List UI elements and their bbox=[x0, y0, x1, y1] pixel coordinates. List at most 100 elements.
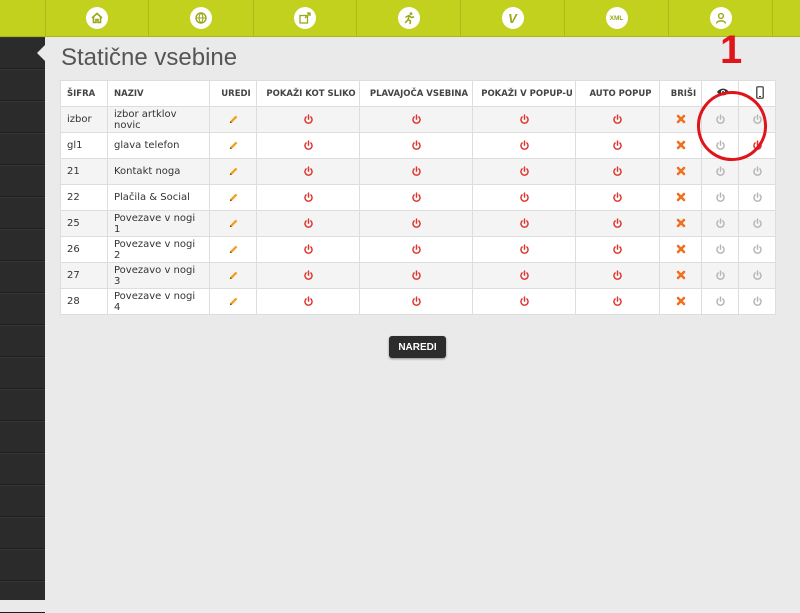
toggle-auto-popup[interactable] bbox=[575, 132, 660, 159]
edit-button[interactable] bbox=[209, 132, 257, 159]
toggle-show-as-image[interactable] bbox=[256, 158, 360, 185]
toggle-floating-content[interactable] bbox=[359, 106, 473, 133]
edit-button[interactable] bbox=[209, 236, 257, 263]
nav-tab-home[interactable] bbox=[45, 0, 148, 36]
toggle-show-as-image[interactable] bbox=[256, 262, 360, 289]
delete-button[interactable] bbox=[659, 236, 702, 263]
toggle-show-in-popup[interactable] bbox=[472, 288, 576, 315]
nav-tab-runner[interactable] bbox=[356, 0, 460, 36]
edit-button[interactable] bbox=[209, 288, 257, 315]
sidebar-item[interactable] bbox=[0, 229, 45, 261]
toggle-floating-content[interactable] bbox=[359, 236, 473, 263]
toggle-auto-popup[interactable] bbox=[575, 210, 660, 237]
sidebar-item[interactable] bbox=[0, 581, 45, 613]
toggle-visibility[interactable] bbox=[701, 288, 739, 315]
nav-tab-export[interactable] bbox=[253, 0, 356, 36]
toggle-show-as-image[interactable] bbox=[256, 184, 360, 211]
sidebar-item[interactable] bbox=[0, 357, 45, 389]
toggle-show-in-popup[interactable] bbox=[472, 210, 576, 237]
toggle-floating-content[interactable] bbox=[359, 158, 473, 185]
toggle-show-as-image[interactable] bbox=[256, 236, 360, 263]
edit-button[interactable] bbox=[209, 158, 257, 185]
toggle-auto-popup[interactable] bbox=[575, 106, 660, 133]
toggle-show-in-popup[interactable] bbox=[472, 236, 576, 263]
table-row: 22 Plačila & Social bbox=[60, 184, 776, 211]
power-icon bbox=[613, 218, 622, 228]
delete-button[interactable] bbox=[659, 184, 702, 211]
sidebar-item[interactable] bbox=[0, 453, 45, 485]
sidebar-item[interactable] bbox=[0, 421, 45, 453]
toggle-auto-popup[interactable] bbox=[575, 158, 660, 185]
toggle-visibility[interactable] bbox=[701, 210, 739, 237]
toggle-floating-content[interactable] bbox=[359, 262, 473, 289]
sidebar-item[interactable] bbox=[0, 549, 45, 581]
toggle-floating-content[interactable] bbox=[359, 132, 473, 159]
toggle-mobile[interactable] bbox=[738, 184, 776, 211]
toggle-mobile[interactable] bbox=[738, 210, 776, 237]
toggle-visibility[interactable] bbox=[701, 158, 739, 185]
sidebar-item[interactable] bbox=[0, 101, 45, 133]
toggle-show-as-image[interactable] bbox=[256, 288, 360, 315]
toggle-visibility[interactable] bbox=[701, 236, 739, 263]
toggle-visibility[interactable] bbox=[701, 184, 739, 211]
sidebar-item[interactable] bbox=[0, 133, 45, 165]
nav-tab-v[interactable]: V bbox=[460, 0, 564, 36]
delete-button[interactable] bbox=[659, 106, 702, 133]
delete-icon bbox=[676, 244, 685, 254]
sidebar-item[interactable] bbox=[0, 197, 45, 229]
sidebar-item[interactable] bbox=[0, 69, 45, 101]
power-icon bbox=[303, 140, 313, 150]
sidebar-active-notch bbox=[37, 45, 45, 61]
logo-area bbox=[0, 0, 45, 36]
toggle-show-as-image[interactable] bbox=[256, 210, 360, 237]
toggle-auto-popup[interactable] bbox=[575, 262, 660, 289]
sidebar-item[interactable] bbox=[0, 517, 45, 549]
delete-button[interactable] bbox=[659, 288, 702, 315]
toggle-show-in-popup[interactable] bbox=[472, 132, 576, 159]
sidebar-item[interactable] bbox=[0, 485, 45, 517]
header-popup: POKAŽI V POPUP-U bbox=[472, 80, 576, 107]
toggle-show-in-popup[interactable] bbox=[472, 106, 576, 133]
sidebar-item[interactable] bbox=[0, 389, 45, 421]
toggle-mobile[interactable] bbox=[738, 288, 776, 315]
nav-tab-xml[interactable]: XML bbox=[564, 0, 668, 36]
edit-button[interactable] bbox=[209, 106, 257, 133]
cell-naziv: Kontakt noga bbox=[107, 158, 210, 185]
delete-button[interactable] bbox=[659, 132, 702, 159]
toggle-auto-popup[interactable] bbox=[575, 236, 660, 263]
edit-button[interactable] bbox=[209, 262, 257, 289]
header-naziv[interactable]: NAZIV bbox=[107, 80, 210, 107]
naredi-button[interactable]: NAREDI bbox=[389, 336, 446, 358]
toggle-visibility[interactable] bbox=[701, 262, 739, 289]
toggle-floating-content[interactable] bbox=[359, 210, 473, 237]
toggle-mobile[interactable] bbox=[738, 262, 776, 289]
delete-button[interactable] bbox=[659, 262, 702, 289]
toggle-floating-content[interactable] bbox=[359, 288, 473, 315]
toggle-floating-content[interactable] bbox=[359, 184, 473, 211]
sidebar-item[interactable] bbox=[0, 325, 45, 357]
header-sifra[interactable]: ŠIFRA bbox=[60, 80, 108, 107]
cell-naziv: Plačila & Social bbox=[107, 184, 210, 211]
sidebar-item[interactable] bbox=[0, 165, 45, 197]
sidebar-item[interactable] bbox=[0, 293, 45, 325]
toggle-show-in-popup[interactable] bbox=[472, 158, 576, 185]
sidebar-item[interactable] bbox=[0, 261, 45, 293]
pencil-icon bbox=[229, 167, 237, 175]
power-icon bbox=[411, 114, 421, 124]
toggle-auto-popup[interactable] bbox=[575, 288, 660, 315]
edit-button[interactable] bbox=[209, 210, 257, 237]
power-icon bbox=[303, 166, 313, 176]
toggle-show-in-popup[interactable] bbox=[472, 184, 576, 211]
nav-tab-globe[interactable] bbox=[148, 0, 253, 36]
static-content-table: ŠIFRA NAZIV UREDI POKAŽI KOT SLIKO PLAVA… bbox=[60, 80, 776, 315]
toggle-show-in-popup[interactable] bbox=[472, 262, 576, 289]
edit-button[interactable] bbox=[209, 184, 257, 211]
delete-icon bbox=[676, 270, 685, 280]
delete-button[interactable] bbox=[659, 210, 702, 237]
toggle-show-as-image[interactable] bbox=[256, 132, 360, 159]
toggle-mobile[interactable] bbox=[738, 236, 776, 263]
toggle-show-as-image[interactable] bbox=[256, 106, 360, 133]
toggle-mobile[interactable] bbox=[738, 158, 776, 185]
delete-button[interactable] bbox=[659, 158, 702, 185]
toggle-auto-popup[interactable] bbox=[575, 184, 660, 211]
